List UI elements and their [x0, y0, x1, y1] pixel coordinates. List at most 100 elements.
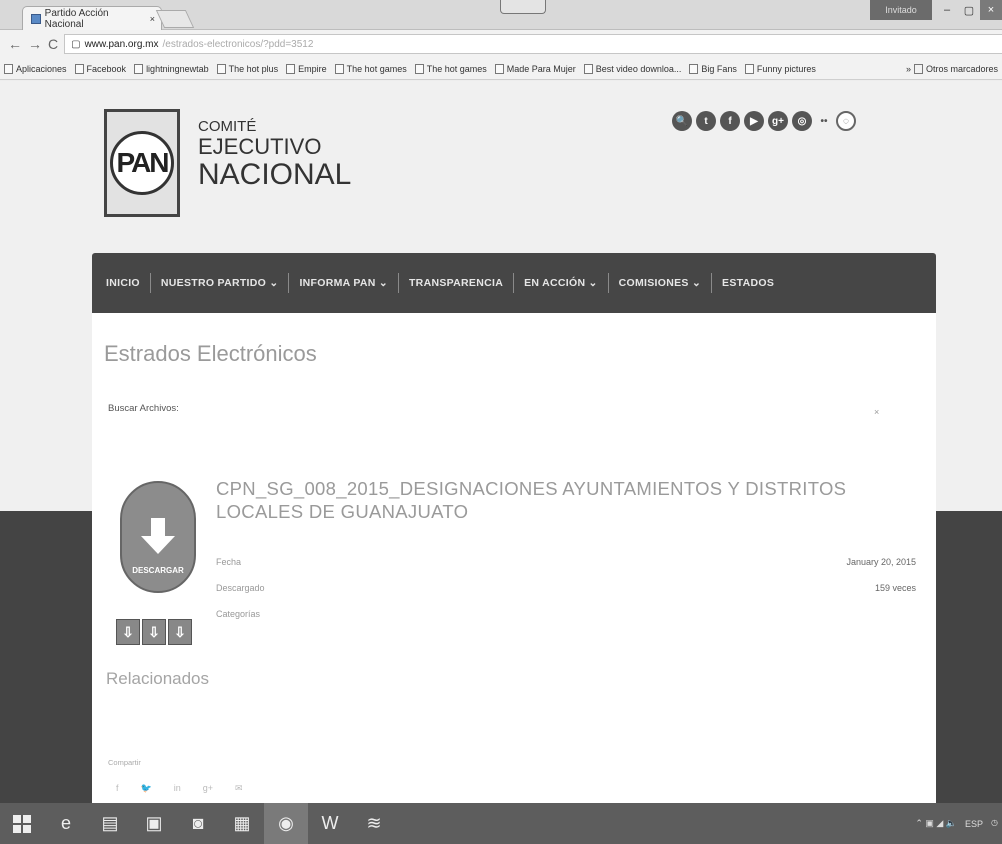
- tab-strip: Partido Acción Nacional × Invitado – ▢ ×: [0, 0, 1002, 30]
- media-icon[interactable]: ◙: [176, 803, 220, 844]
- brand-line-1: COMITÉ: [198, 118, 257, 135]
- meta-label-categories: Categorías: [216, 609, 261, 619]
- bookmark-item[interactable]: Made Para Mujer: [494, 63, 576, 74]
- back-icon[interactable]: ←: [8, 36, 22, 52]
- nav-item-estados[interactable]: ESTADOS: [722, 277, 774, 289]
- download-small-icon[interactable]: ⇩: [142, 619, 166, 645]
- windows-logo-pane: [23, 824, 31, 833]
- google-plus-icon[interactable]: g+: [768, 111, 788, 131]
- nav-item-transparencia[interactable]: TRANSPARENCIA: [409, 277, 503, 289]
- tray-icons[interactable]: ⌃ ▣ ◢ 🔈: [915, 818, 957, 829]
- windows-logo-pane: [13, 824, 21, 833]
- page-icon: [286, 63, 296, 74]
- bookmark-item[interactable]: Facebook: [74, 63, 126, 74]
- page-icon: [414, 63, 424, 74]
- nav-item-inicio[interactable]: INICIO: [106, 277, 140, 289]
- download-button[interactable]: DESCARGAR: [120, 481, 196, 593]
- bookmark-label: The hot games: [426, 63, 487, 74]
- address-path: /estrados-electronicos/?pdd=3512: [162, 38, 314, 50]
- nav-separator: [149, 273, 151, 293]
- bookmark-item[interactable]: Big Fans: [689, 63, 737, 74]
- reload-icon[interactable]: C: [48, 36, 58, 52]
- browser-tab[interactable]: Partido Acción Nacional ×: [22, 6, 162, 30]
- search-label: Buscar Archivos:: [108, 403, 179, 414]
- bookmark-label: The hot plus: [228, 63, 279, 74]
- nav-item-informa-pan[interactable]: INFORMA PAN ⌄: [299, 277, 388, 289]
- file-explorer-icon[interactable]: ▤: [88, 803, 132, 844]
- social-links: 🔍 t f ▶ g+ ◎ •• ◌: [672, 111, 856, 131]
- windows-start-icon[interactable]: [0, 803, 44, 844]
- bookmark-label: Empire: [298, 63, 327, 74]
- bookmark-item[interactable]: The hot games: [414, 63, 487, 74]
- bookmarks-bar: Aplicaciones Facebook lightningnewtab The h…: [0, 58, 1002, 80]
- bookmark-item[interactable]: Aplicaciones: [4, 63, 67, 74]
- close-window-button[interactable]: ×: [980, 0, 1002, 20]
- user-profile-badge[interactable]: Invitado: [870, 0, 932, 20]
- favicon-icon: [31, 13, 41, 24]
- page-title: Estrados Electrónicos: [104, 341, 317, 366]
- app-icon[interactable]: ▣: [132, 803, 176, 844]
- window-notch: [500, 0, 546, 14]
- meta-label-date: Fecha: [216, 557, 242, 567]
- apps-icon: [4, 63, 13, 74]
- facebook-share-icon[interactable]: f: [116, 783, 119, 794]
- bookmark-item[interactable]: The hot games: [334, 63, 407, 74]
- bookmark-label: Made Para Mujer: [506, 63, 576, 74]
- minimize-button[interactable]: –: [936, 0, 958, 20]
- download-label: DESCARGAR: [132, 566, 184, 575]
- vine-icon[interactable]: ◌: [836, 111, 856, 131]
- youtube-icon[interactable]: ▶: [744, 111, 764, 131]
- pan-logo[interactable]: PAN: [104, 109, 180, 217]
- tab-close-icon[interactable]: ×: [150, 14, 155, 24]
- flickr-icon[interactable]: ••: [816, 111, 832, 131]
- meta-row-categories: Categorías: [216, 609, 916, 619]
- tray-language[interactable]: ESP: [965, 819, 983, 829]
- bookmark-label: lightningnewtab: [146, 63, 209, 74]
- page-icon: [74, 63, 84, 74]
- bookmark-item[interactable]: lightningnewtab: [134, 63, 209, 74]
- document-title[interactable]: CPN_SG_008_2015_DESIGNACIONES AYUNTAMIEN…: [216, 477, 916, 523]
- bookmark-label: Funny pictures: [756, 63, 816, 74]
- bookmark-item[interactable]: Best video downloa...: [583, 63, 681, 74]
- logo-circle: PAN: [110, 131, 174, 195]
- twitter-icon[interactable]: t: [696, 111, 716, 131]
- store-icon[interactable]: ▦: [220, 803, 264, 844]
- download-small-icon[interactable]: ⇩: [168, 619, 192, 645]
- meta-label-downloads: Descargado: [216, 583, 265, 593]
- related-heading: Relacionados: [106, 669, 210, 688]
- nav-item-nuestro-partido[interactable]: NUESTRO PARTIDO ⌄: [161, 277, 279, 289]
- word-icon[interactable]: W: [308, 803, 352, 844]
- clock[interactable]: ◷: [991, 818, 998, 828]
- bookmark-item[interactable]: Funny pictures: [744, 63, 816, 74]
- page-icon: [583, 63, 593, 74]
- google-share-icon[interactable]: g+: [203, 783, 213, 794]
- web-page: PAN COMITÉ EJECUTIVO NACIONAL 🔍 t f ▶ g+ ◎ •• ◌…: [0, 81, 1002, 803]
- email-share-icon[interactable]: ✉: [235, 783, 243, 794]
- browser-toolbar: ← → C ▢ www.pan.org.mx /estrados-electro…: [0, 30, 1002, 58]
- nav-item-comisiones[interactable]: COMISIONES ⌄: [619, 277, 701, 289]
- search-icon[interactable]: 🔍: [672, 111, 692, 131]
- page-icon: [334, 63, 344, 74]
- download-small-icon[interactable]: ⇩: [116, 619, 140, 645]
- search-clear-icon[interactable]: ×: [874, 407, 879, 417]
- meta-value-downloads: 159 veces: [874, 583, 916, 593]
- other-bookmarks[interactable]: » Otros marcadores: [905, 63, 998, 74]
- main-navigation: INICIO NUESTRO PARTIDO ⌄ INFORMA PAN ⌄ TRAN…: [92, 253, 936, 313]
- bookmark-item[interactable]: The hot plus: [216, 63, 279, 74]
- bookmark-item[interactable]: Empire: [286, 63, 327, 74]
- taskbar: e ▤ ▣ ◙ ▦ ◉ W ≋ ⌃ ▣ ◢ 🔈 ESP ◷: [0, 803, 1002, 844]
- system-tray: ⌃ ▣ ◢ 🔈 ESP ◷: [915, 818, 998, 829]
- forward-icon[interactable]: →: [28, 36, 42, 52]
- facebook-icon[interactable]: f: [720, 111, 740, 131]
- instagram-icon[interactable]: ◎: [792, 111, 812, 131]
- address-bar[interactable]: ▢ www.pan.org.mx /estrados-electronicos/…: [64, 34, 1002, 54]
- spotify-icon[interactable]: ≋: [352, 803, 396, 844]
- twitter-share-icon[interactable]: 🐦: [141, 783, 152, 794]
- brand-line-3: NACIONAL: [198, 158, 352, 191]
- chrome-icon[interactable]: ◉: [264, 803, 308, 844]
- nav-item-en-acción[interactable]: EN ACCIÓN ⌄: [524, 277, 598, 289]
- maximize-button[interactable]: ▢: [958, 0, 980, 20]
- brand-name: COMITÉ EJECUTIVO NACIONAL: [198, 119, 351, 190]
- linkedin-share-icon[interactable]: in: [174, 783, 181, 794]
- internet-explorer-icon[interactable]: e: [44, 803, 88, 844]
